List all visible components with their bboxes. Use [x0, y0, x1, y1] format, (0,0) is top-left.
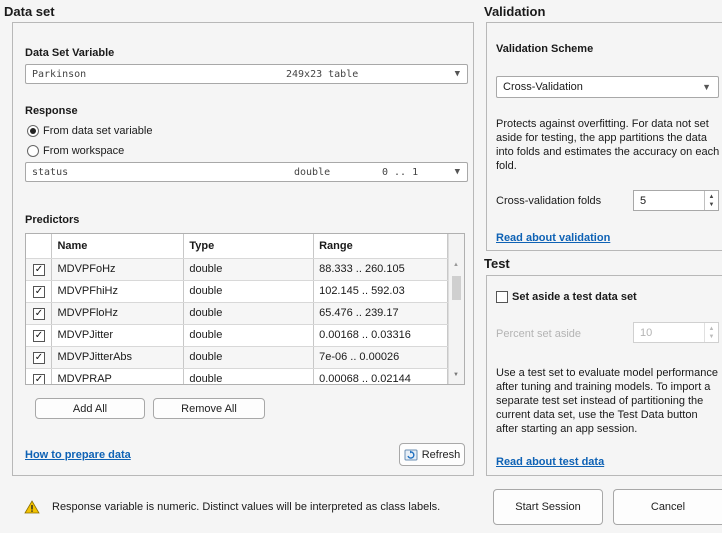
radio-selected-icon [27, 125, 39, 137]
predictor-name: MDVPJitter [51, 324, 185, 347]
predictor-range: 102.145 .. 592.03 [313, 280, 448, 303]
scroll-down-icon[interactable]: ▼ [453, 372, 459, 378]
predictor-name: MDVPFloHz [51, 302, 185, 325]
validation-panel: Validation Scheme Cross-Validation ▼ Pro… [486, 22, 722, 251]
cancel-button[interactable]: Cancel [613, 489, 722, 525]
warning-text: Response variable is numeric. Distinct v… [52, 501, 441, 513]
predictor-name: MDVPRAP [51, 368, 185, 384]
radio-from-workspace[interactable]: From workspace [27, 145, 124, 157]
scroll-up-icon[interactable]: ▲ [453, 262, 459, 268]
read-test-link[interactable]: Read about test data [496, 456, 604, 468]
predictor-type: double [183, 280, 315, 303]
set-aside-checkbox[interactable]: Set aside a test data set [496, 291, 637, 303]
predictor-range: 0.00068 .. 0.02144 [313, 368, 448, 384]
validation-scheme-value: Cross-Validation [503, 81, 583, 93]
predictor-range: 0.00168 .. 0.03316 [313, 324, 448, 347]
predictors-table[interactable]: Name Type Range ✓ MDVPFoHz double 88.333… [25, 233, 465, 385]
percent-label: Percent set aside [496, 328, 581, 340]
refresh-button[interactable]: Refresh [399, 443, 465, 466]
spinner-arrows-icon[interactable]: ▲ ▼ [704, 191, 718, 210]
header-range[interactable]: Range [313, 234, 448, 259]
predictor-name: MDVPFoHz [51, 258, 185, 281]
how-to-prepare-link[interactable]: How to prepare data [25, 449, 131, 461]
header-name[interactable]: Name [51, 234, 185, 259]
validation-title: Validation [484, 4, 546, 19]
response-name: status [32, 167, 69, 178]
checkmark-icon[interactable]: ✓ [33, 263, 45, 276]
radio-unselected-icon [27, 145, 39, 157]
refresh-label: Refresh [421, 448, 461, 461]
predictor-type: double [183, 258, 315, 281]
predictors-label: Predictors [25, 214, 80, 226]
read-validation-link[interactable]: Read about validation [496, 232, 610, 244]
percent-spinner: 10 ▲ ▼ [633, 322, 719, 343]
predictor-name: MDVPJitterAbs [51, 346, 185, 369]
header-check [26, 234, 53, 259]
table-row[interactable]: ✓ MDVPJitterAbs double 7e-06 .. 0.00026 [26, 346, 448, 369]
dataset-variable-name: Parkinson [32, 69, 87, 80]
table-scrollbar[interactable]: ▲ ▼ [448, 234, 464, 384]
checkmark-icon[interactable]: ✓ [33, 307, 45, 320]
predictor-type: double [183, 346, 315, 369]
table-row[interactable]: ✓ MDVPJitter double 0.00168 .. 0.03316 [26, 324, 448, 347]
folds-value: 5 [640, 194, 647, 207]
response-type: double [294, 167, 331, 178]
header-type[interactable]: Type [183, 234, 315, 259]
test-panel: Set aside a test data set Percent set as… [486, 275, 722, 476]
percent-value: 10 [640, 326, 653, 339]
test-description: Use a test set to evaluate model perform… [496, 367, 718, 435]
spinner-arrows-icon: ▲ ▼ [704, 323, 718, 342]
response-label: Response [25, 105, 78, 117]
checkbox-unchecked-icon [496, 291, 508, 303]
remove-all-button[interactable]: Remove All [153, 398, 265, 419]
add-all-button[interactable]: Add All [35, 398, 145, 419]
response-dropdown[interactable]: status double 0 .. 1 ▼ [25, 162, 468, 182]
radio-from-workspace-label: From workspace [43, 145, 125, 157]
table-row[interactable]: ✓ MDVPFhiHz double 102.145 .. 592.03 [26, 280, 448, 303]
dataset-variable-label: Data Set Variable [25, 47, 115, 59]
predictor-type: double [183, 324, 315, 347]
start-session-button[interactable]: Start Session [493, 489, 603, 525]
predictor-range: 65.476 .. 239.17 [313, 302, 448, 325]
set-aside-label: Set aside a test data set [512, 291, 637, 303]
checkmark-icon[interactable]: ✓ [33, 351, 45, 364]
table-row[interactable]: ✓ MDVPRAP double 0.00068 .. 0.02144 [26, 368, 448, 384]
chevron-down-icon: ▼ [702, 82, 711, 92]
response-range: 0 .. 1 [382, 167, 419, 178]
radio-from-dataset[interactable]: From data set variable [27, 125, 152, 137]
chevron-down-icon: ▼ [454, 167, 460, 177]
radio-from-dataset-label: From data set variable [43, 125, 153, 137]
warning-triangle-icon [24, 500, 40, 514]
dataset-title: Data set [4, 4, 55, 19]
folds-label: Cross-validation folds [496, 195, 602, 207]
validation-description: Protects against overfitting. For data n… [496, 118, 720, 172]
predictor-name: MDVPFhiHz [51, 280, 185, 303]
checkmark-icon[interactable]: ✓ [33, 285, 45, 298]
validation-scheme-label: Validation Scheme [496, 43, 594, 55]
dataset-panel: Data Set Variable Parkinson 249x23 table… [12, 22, 474, 476]
refresh-icon [404, 449, 418, 460]
predictor-range: 7e-06 .. 0.00026 [313, 346, 448, 369]
chevron-down-icon: ▼ [454, 69, 460, 79]
checkmark-icon[interactable]: ✓ [33, 329, 45, 342]
test-title: Test [484, 256, 510, 271]
checkmark-icon[interactable]: ✓ [33, 373, 45, 384]
warning-bar: Response variable is numeric. Distinct v… [24, 500, 440, 514]
dataset-variable-dropdown[interactable]: Parkinson 249x23 table ▼ [25, 64, 468, 84]
table-row[interactable]: ✓ MDVPFloHz double 65.476 .. 239.17 [26, 302, 448, 325]
predictor-type: double [183, 302, 315, 325]
dataset-variable-size: 249x23 table [286, 69, 359, 80]
predictor-range: 88.333 .. 260.105 [313, 258, 448, 281]
scrollbar-thumb[interactable] [452, 276, 461, 300]
validation-scheme-dropdown[interactable]: Cross-Validation ▼ [496, 76, 719, 98]
folds-spinner[interactable]: 5 ▲ ▼ [633, 190, 719, 211]
predictor-type: double [183, 368, 315, 384]
table-row[interactable]: ✓ MDVPFoHz double 88.333 .. 260.105 [26, 258, 448, 281]
table-header-row: Name Type Range [26, 234, 448, 259]
